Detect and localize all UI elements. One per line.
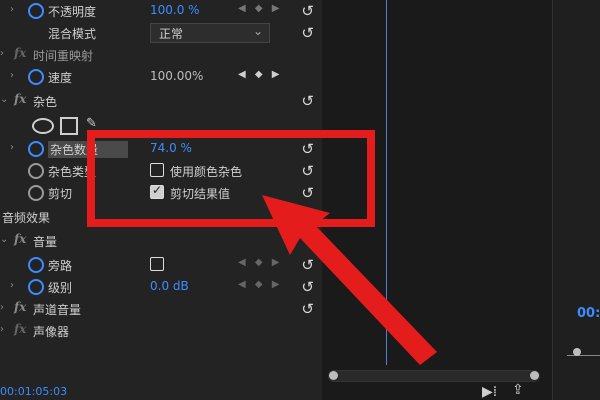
arrow-annotation-icon [262,195,437,365]
